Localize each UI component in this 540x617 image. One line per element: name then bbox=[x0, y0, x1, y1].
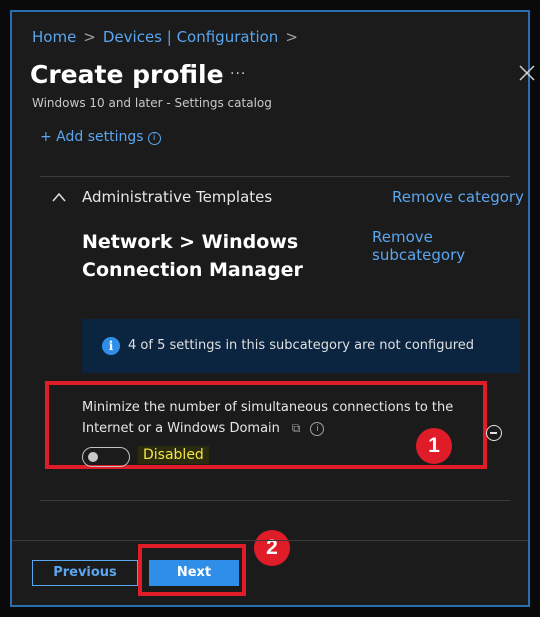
remove-subcategory-link[interactable]: Remove subcategory bbox=[372, 228, 528, 264]
info-icon[interactable]: i bbox=[147, 132, 161, 145]
divider bbox=[40, 176, 510, 177]
remove-setting-icon[interactable] bbox=[486, 425, 502, 441]
page-subtitle: Windows 10 and later - Settings catalog bbox=[32, 96, 272, 110]
more-options-button[interactable]: ··· bbox=[230, 66, 246, 82]
toggle-knob bbox=[88, 452, 98, 462]
info-icon[interactable]: i bbox=[310, 422, 325, 436]
info-banner: i 4 of 5 settings in this subcategory ar… bbox=[82, 319, 520, 373]
category-title: Administrative Templates bbox=[82, 188, 273, 206]
callout-badge-2: 2 bbox=[254, 530, 290, 566]
breadcrumb-devices[interactable]: Devices | Configuration bbox=[103, 28, 278, 46]
callout-badge-1: 1 bbox=[416, 428, 452, 464]
breadcrumb-separator: > bbox=[83, 28, 96, 46]
copy-icon[interactable]: ⧉ bbox=[292, 418, 301, 438]
chevron-up-icon[interactable] bbox=[52, 192, 66, 202]
divider bbox=[40, 500, 510, 501]
remove-category-link[interactable]: Remove category bbox=[392, 188, 524, 206]
info-icon: i bbox=[102, 337, 120, 355]
add-settings-label: + Add settings bbox=[40, 129, 144, 145]
setting-label: Minimize the number of simultaneous conn… bbox=[82, 400, 454, 436]
create-profile-panel: Home > Devices | Configuration > Create pro… bbox=[10, 10, 535, 607]
breadcrumb: Home > Devices | Configuration > bbox=[32, 28, 305, 46]
subcategory-title: Network > Windows Connection Manager bbox=[82, 231, 303, 281]
add-settings-link[interactable]: + Add settings i bbox=[40, 129, 161, 145]
breadcrumb-home[interactable]: Home bbox=[32, 28, 76, 46]
close-icon[interactable] bbox=[518, 64, 536, 82]
breadcrumb-separator: > bbox=[285, 28, 298, 46]
previous-button[interactable]: Previous bbox=[32, 560, 138, 586]
toggle-state-label: Disabled bbox=[138, 446, 209, 464]
setting-toggle[interactable] bbox=[82, 447, 130, 467]
info-banner-text: 4 of 5 settings in this subcategory are … bbox=[128, 338, 475, 353]
footer-divider bbox=[12, 540, 528, 541]
page-title: Create profile bbox=[30, 60, 224, 89]
next-button[interactable]: Next bbox=[149, 560, 239, 586]
